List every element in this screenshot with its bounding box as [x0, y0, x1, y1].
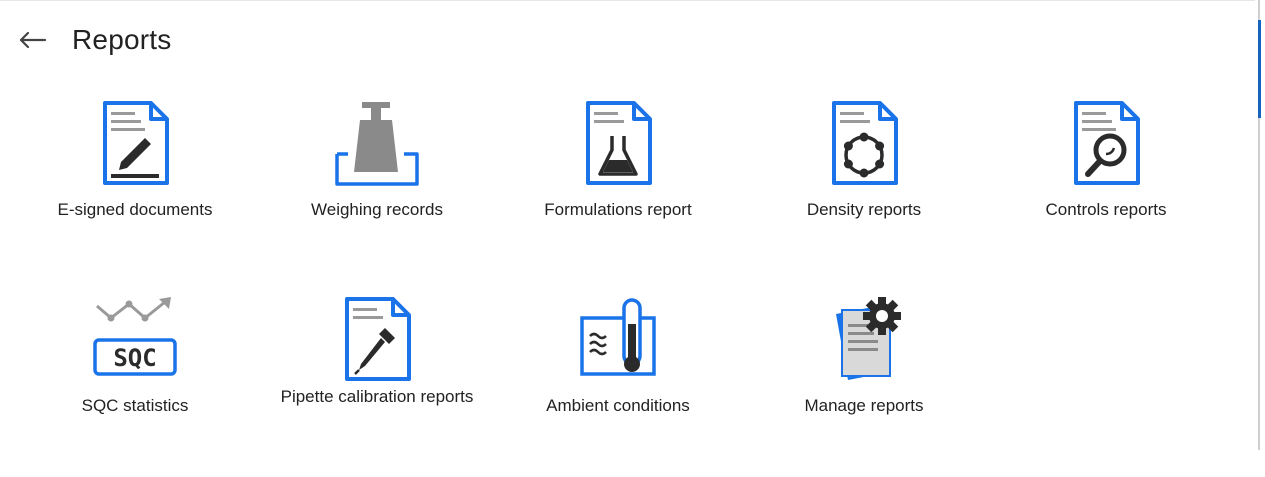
document-ring-icon [832, 101, 898, 185]
weight-scale-icon [335, 102, 419, 186]
sqc-chart-icon: SQC [93, 297, 177, 376]
tile-formulations-report[interactable]: Formulations report [518, 93, 718, 243]
tile-label: Weighing records [311, 200, 443, 219]
tile-label: Density reports [806, 200, 922, 219]
tile-label: Ambient conditions [546, 396, 690, 415]
tile-ambient-conditions[interactable]: Ambient conditions [518, 289, 718, 439]
document-magnifier-icon [1074, 101, 1140, 185]
header: Reports [19, 18, 172, 62]
tile-density-reports[interactable]: Density reports [764, 93, 964, 243]
top-divider [0, 0, 1255, 1]
tile-sqc-statistics[interactable]: SQC SQC statistics [35, 289, 235, 439]
tile-label: Pipette calibration reports [280, 387, 474, 406]
tile-label: Formulations report [544, 200, 692, 219]
tile-label: SQC statistics [81, 396, 189, 415]
back-button[interactable] [12, 20, 52, 60]
tile-pipette-calibration-reports[interactable]: Pipette calibration reports [277, 289, 477, 439]
tile-label: E-signed documents [57, 200, 213, 219]
documents-gear-icon [836, 297, 901, 380]
scrollbar-thumb[interactable] [1258, 20, 1261, 118]
tile-weighing-records[interactable]: Weighing records [277, 93, 477, 243]
document-pipette-icon [345, 297, 411, 381]
thermometer-icon [580, 298, 656, 376]
document-pen-icon [103, 101, 169, 185]
tile-label: Manage reports [804, 396, 924, 415]
tile-controls-reports[interactable]: Controls reports [1006, 93, 1206, 243]
page-title: Reports [72, 24, 172, 55]
tile-manage-reports[interactable]: Manage reports [764, 289, 964, 439]
tile-label: Controls reports [1045, 200, 1167, 219]
arrow-left-icon [19, 31, 47, 49]
tile-e-signed-documents[interactable]: E-signed documents [35, 93, 235, 243]
svg-text:SQC: SQC [113, 344, 156, 372]
document-flask-icon [586, 101, 652, 185]
